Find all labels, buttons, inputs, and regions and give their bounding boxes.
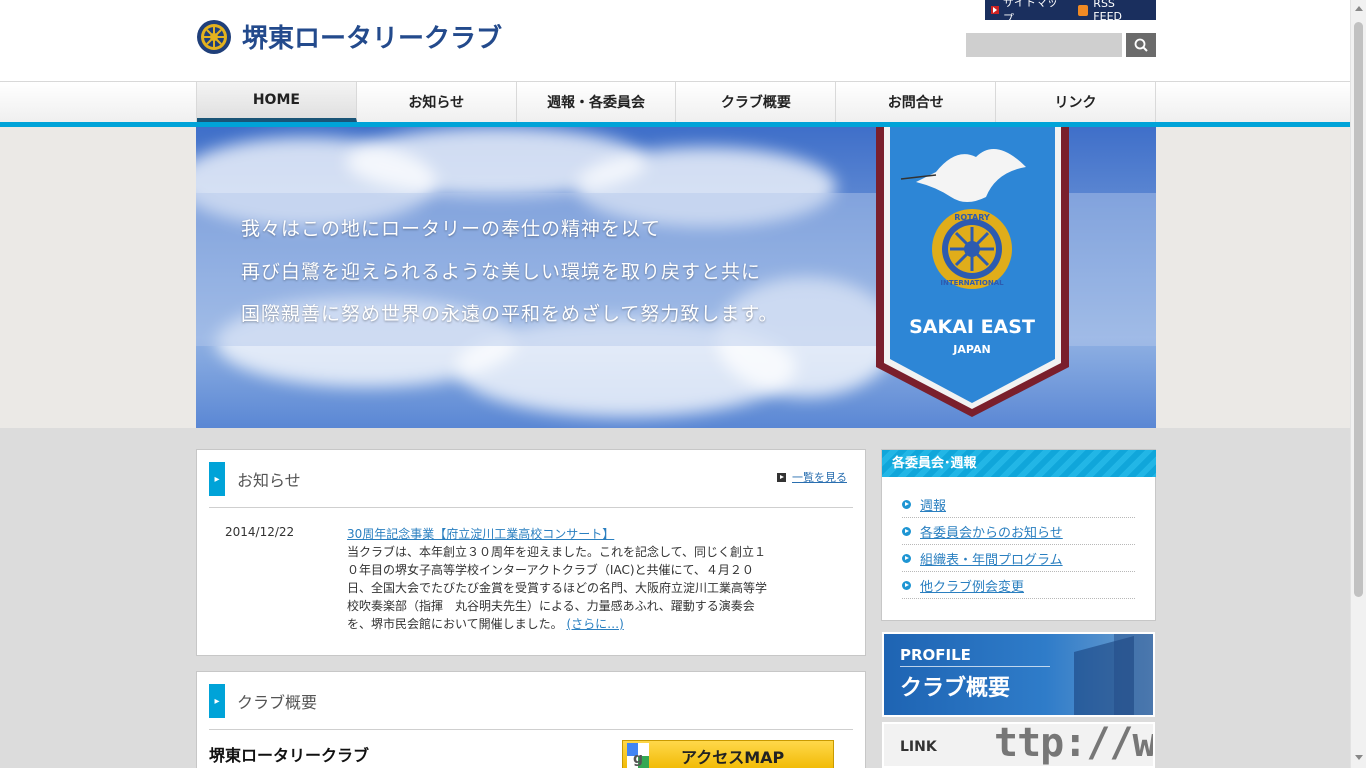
sidebar-item-weekly[interactable]: 週報 bbox=[902, 491, 1135, 518]
sidebar-item-label: 他クラブ例会変更 bbox=[920, 579, 1025, 595]
club-title-text: クラブ概要 bbox=[237, 693, 318, 712]
scroll-up-icon[interactable] bbox=[1355, 6, 1363, 11]
banner-ring-top: ROTARY bbox=[954, 213, 990, 222]
search-input[interactable] bbox=[966, 33, 1122, 57]
site-title: 堺東ロータリークラブ bbox=[242, 24, 503, 54]
rss-label: RSS FEED bbox=[1093, 0, 1122, 23]
nav-home[interactable]: HOME bbox=[197, 82, 357, 122]
sitemap-link[interactable]: サイトマップ bbox=[991, 0, 1068, 26]
search-button[interactable] bbox=[1126, 33, 1156, 57]
site-header: 堺東ロータリークラブ サイトマップ RSS FEED bbox=[0, 0, 1350, 82]
site-logo[interactable]: 堺東ロータリークラブ bbox=[196, 18, 502, 55]
nav-weekly[interactable]: 週報・各委員会 bbox=[517, 82, 677, 122]
club-banner-image: ROTARY INTERNATIONAL SAKAI EAST JAPAN bbox=[876, 127, 1069, 417]
news-divider bbox=[209, 507, 853, 508]
nav-news[interactable]: お知らせ bbox=[357, 82, 517, 122]
sidebar-item-committee-news[interactable]: 各委員会からのお知らせ bbox=[902, 518, 1135, 545]
arrow-icon bbox=[777, 472, 786, 482]
news-body-line: 校吹奏楽部（指揮 丸谷明夫先生）による、力量感あふれ、躍動する演奏会 bbox=[347, 599, 755, 613]
access-map-label: アクセスMAP bbox=[681, 748, 785, 767]
news-date: 2014/12/22 bbox=[225, 525, 295, 539]
page-scrollbar[interactable] bbox=[1350, 0, 1366, 768]
rss-link[interactable]: RSS FEED bbox=[1077, 0, 1146, 23]
banner-ring-bottom: INTERNATIONAL bbox=[940, 279, 1004, 287]
rss-icon bbox=[1077, 4, 1089, 16]
news-panel: ▸ お知らせ 一覧を見る 2014/12/22 30周年記念事業【府立淀川工業高… bbox=[196, 449, 866, 656]
scroll-down-icon[interactable] bbox=[1355, 755, 1363, 760]
news-item-body: 当クラブは、本年創立３０周年を迎えました。これを記念して、同じく創立１ ０年目の… bbox=[347, 543, 777, 633]
banner-subtitle: JAPAN bbox=[952, 343, 990, 356]
access-map-button[interactable]: g アクセスMAP bbox=[622, 740, 834, 768]
banner-title: SAKAI EAST bbox=[909, 316, 1035, 338]
nav-contact[interactable]: お問合せ bbox=[836, 82, 997, 122]
sidebar-item-other-clubs[interactable]: 他クラブ例会変更 bbox=[902, 572, 1135, 599]
google-maps-icon: g bbox=[627, 743, 649, 768]
svg-text:g: g bbox=[633, 751, 643, 767]
arrow-icon bbox=[991, 6, 999, 14]
news-body-line: ０年目の堺女子高等学校インターアクトクラブ（IAC)と共催にて、４月２０ bbox=[347, 563, 754, 577]
chevron-right-icon: ▸ bbox=[209, 462, 225, 496]
hero-line-3: 国際親善に努め世界の永遠の平和をめざして努力致します。 bbox=[241, 303, 779, 325]
profile-jp-label: クラブ概要 bbox=[900, 676, 1011, 701]
sidebar-item-organization[interactable]: 組織表・年間プログラム bbox=[902, 545, 1135, 572]
bullet-arrow-icon bbox=[902, 580, 911, 590]
top-links: サイトマップ RSS FEED bbox=[985, 0, 1156, 25]
read-more-link[interactable]: (さらに…) bbox=[566, 617, 623, 631]
news-more-label: 一覧を見る bbox=[792, 471, 847, 484]
bullet-arrow-icon bbox=[902, 526, 911, 536]
news-title-text: お知らせ bbox=[237, 471, 301, 490]
sitemap-label: サイトマップ bbox=[1002, 0, 1058, 25]
link-banner[interactable]: ttp://ww LINK bbox=[882, 722, 1155, 768]
scrollbar-thumb[interactable] bbox=[1354, 22, 1363, 597]
bullet-arrow-icon bbox=[902, 553, 911, 563]
profile-en-label: PROFILE bbox=[900, 646, 971, 664]
sidebar-item-label: 組織表・年間プログラム bbox=[920, 552, 1063, 568]
sidebar-item-label: 週報 bbox=[920, 498, 947, 514]
news-body-line: を、堺市民会館において開催しました。 (さらに…) bbox=[347, 615, 777, 633]
hero-image: 我々はこの地にロータリーの奉仕の精神を以て 再び白鷺を迎えられるような美しい環境… bbox=[196, 127, 1156, 428]
nav-links[interactable]: リンク bbox=[996, 82, 1156, 122]
sidebar-item-label: 各委員会からのお知らせ bbox=[920, 525, 1063, 541]
rotary-wheel-icon bbox=[197, 19, 231, 54]
search-icon bbox=[1134, 38, 1148, 52]
club-panel-title: ▸ クラブ概要 bbox=[209, 684, 317, 718]
bullet-arrow-icon bbox=[902, 499, 911, 509]
chevron-right-icon: ▸ bbox=[209, 684, 225, 718]
profile-divider bbox=[900, 666, 1050, 667]
hero-line-2: 再び白鷺を迎えられるような美しい環境を取り戻すと共に bbox=[241, 261, 762, 283]
club-panel: ▸ クラブ概要 堺東ロータリークラブ g アクセスMAP bbox=[196, 671, 866, 768]
committees-header: 各委員会･週報 bbox=[882, 450, 1156, 477]
committees-panel: 各委員会･週報 週報 各委員会からのお知らせ 組織表・年間プログラム 他クラブ例… bbox=[881, 449, 1156, 621]
profile-banner[interactable]: PROFILE クラブ概要 bbox=[882, 632, 1155, 717]
news-panel-title: ▸ お知らせ bbox=[209, 462, 301, 496]
news-list-link[interactable]: 一覧を見る bbox=[777, 469, 847, 485]
link-banner-graphic: ttp://ww bbox=[994, 722, 1155, 766]
hero-line-1: 我々はこの地にロータリーの奉仕の精神を以て bbox=[241, 218, 662, 240]
link-en-label: LINK bbox=[900, 739, 937, 755]
club-name: 堺東ロータリークラブ bbox=[209, 746, 370, 765]
news-body-line: 日、全国大会でたびたび金賞を受賞するほどの名門、大阪府立淀川工業高等学 bbox=[347, 581, 768, 595]
nav-about[interactable]: クラブ概要 bbox=[676, 82, 837, 122]
main-nav: HOME お知らせ 週報・各委員会 クラブ概要 お問合せ リンク bbox=[196, 82, 1156, 122]
news-body-last: を、堺市民会館において開催しました。 bbox=[347, 617, 563, 631]
news-item-title[interactable]: 30周年記念事業【府立淀川工業高校コンサート】 bbox=[347, 525, 614, 542]
news-body-line: 当クラブは、本年創立３０周年を迎えました。これを記念して、同じく創立１ bbox=[347, 545, 767, 559]
club-divider bbox=[209, 729, 853, 730]
